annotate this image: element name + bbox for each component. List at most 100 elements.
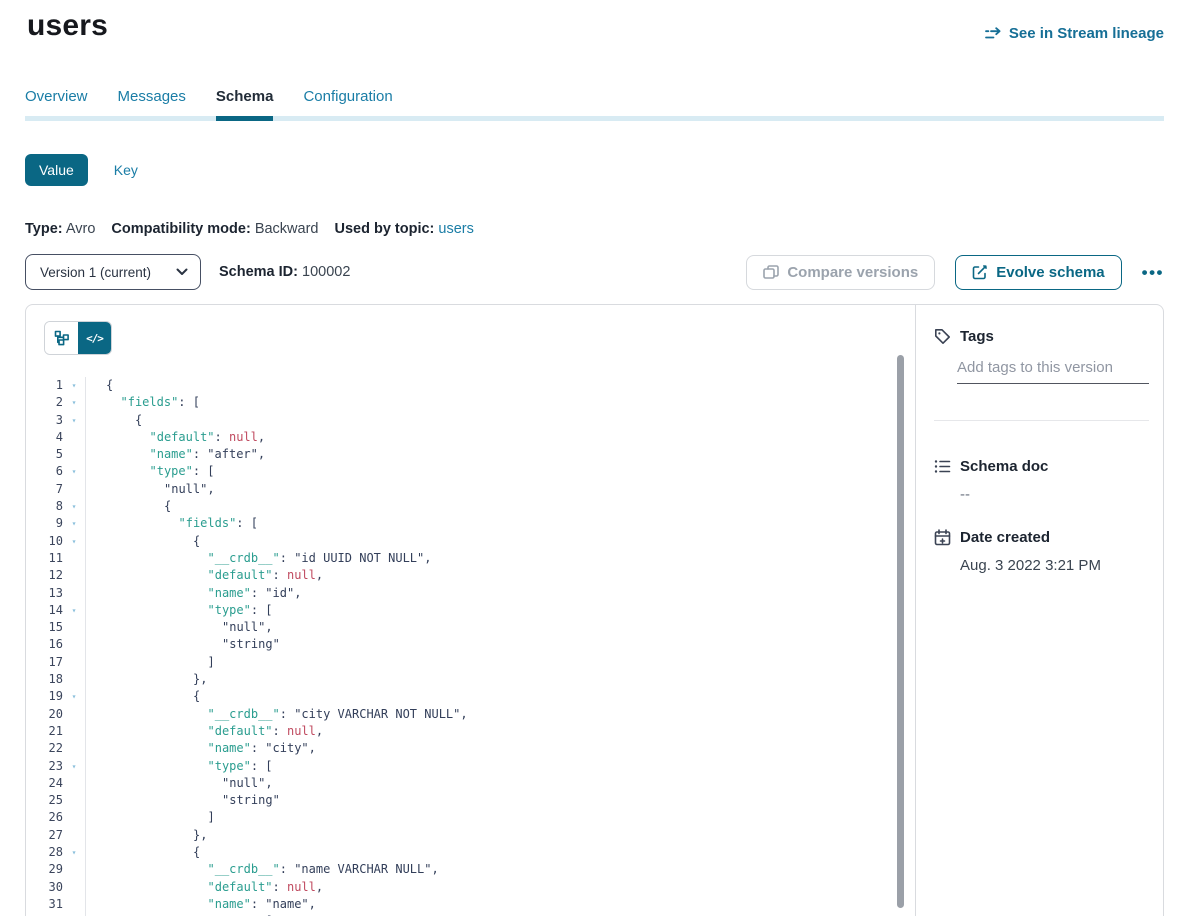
type-meta: Type: Avro xyxy=(25,221,95,237)
evolve-schema-label: Evolve schema xyxy=(996,264,1104,281)
tab-configuration[interactable]: Configuration xyxy=(303,88,392,121)
used-by-topic-meta: Used by topic: users xyxy=(334,221,473,237)
topic-link[interactable]: users xyxy=(438,221,473,237)
code-line: 1▾{ xyxy=(26,377,915,394)
line-number: 23 xyxy=(26,758,63,775)
fold-toggle-icon[interactable]: ▾ xyxy=(63,412,85,429)
fold-toggle-icon[interactable]: ▾ xyxy=(63,377,85,394)
schema-controls: Version 1 (current) Schema ID: 100002 Co… xyxy=(25,254,1164,290)
code-line: 22"name": "city", xyxy=(26,740,915,757)
tree-view-button[interactable] xyxy=(45,322,78,354)
line-number: 18 xyxy=(26,671,63,688)
schema-page: users See in Stream lineage Overview Mess… xyxy=(0,9,1189,916)
code-text: { xyxy=(85,412,915,429)
code-text: { xyxy=(85,844,915,861)
fold-toggle-icon[interactable]: ▾ xyxy=(63,602,85,619)
code-line: 31"name": "name", xyxy=(26,896,915,913)
fold-spacer xyxy=(63,792,85,809)
code-line: 24 "null", xyxy=(26,775,915,792)
fold-spacer xyxy=(63,429,85,446)
version-select[interactable]: Version 1 (current) xyxy=(25,254,201,290)
compatibility-label: Compatibility mode: xyxy=(111,221,250,237)
fold-toggle-icon[interactable]: ▾ xyxy=(63,498,85,515)
code-line: 16"string" xyxy=(26,636,915,653)
tab-schema[interactable]: Schema xyxy=(216,88,274,121)
fold-spacer xyxy=(63,879,85,896)
code-text: "type": [ xyxy=(85,758,915,775)
line-number: 12 xyxy=(26,567,63,584)
line-number: 28 xyxy=(26,844,63,861)
fold-toggle-icon[interactable]: ▾ xyxy=(63,463,85,480)
fold-spacer xyxy=(63,827,85,844)
code-view-button[interactable]: </> xyxy=(78,322,111,354)
evolve-schema-button[interactable]: Evolve schema xyxy=(955,255,1121,290)
code-text: }, xyxy=(85,827,915,844)
chevron-down-icon xyxy=(176,268,188,276)
compatibility-value: Backward xyxy=(255,221,319,237)
code-scrollbar[interactable] xyxy=(897,355,904,908)
fold-toggle-icon[interactable]: ▾ xyxy=(63,515,85,532)
code-text: "name": "id", xyxy=(85,585,915,602)
code-text: "null", xyxy=(85,619,915,636)
compare-versions-label: Compare versions xyxy=(787,264,918,281)
code-text: ] xyxy=(85,654,915,671)
code-text: }, xyxy=(85,671,915,688)
code-line: 26] xyxy=(26,809,915,826)
line-number: 14 xyxy=(26,602,63,619)
compare-versions-button[interactable]: Compare versions xyxy=(746,255,935,290)
compatibility-meta: Compatibility mode: Backward xyxy=(111,221,318,237)
line-number: 29 xyxy=(26,861,63,878)
line-number: 19 xyxy=(26,688,63,705)
code-line: 27}, xyxy=(26,827,915,844)
code-text: { xyxy=(85,498,915,515)
line-number: 26 xyxy=(26,809,63,826)
tab-overview[interactable]: Overview xyxy=(25,88,88,121)
line-number: 21 xyxy=(26,723,63,740)
fold-spacer xyxy=(63,654,85,671)
code-text: "default": null, xyxy=(85,429,915,446)
add-tags-input[interactable] xyxy=(957,357,1149,384)
code-line: 4"default": null, xyxy=(26,429,915,446)
key-tab-button[interactable]: Key xyxy=(114,162,138,178)
fold-toggle-icon[interactable]: ▾ xyxy=(63,533,85,550)
code-text: "type": [ xyxy=(85,602,915,619)
calendar-plus-icon xyxy=(934,529,951,546)
fold-toggle-icon[interactable]: ▾ xyxy=(63,844,85,861)
sidebar-divider xyxy=(934,420,1149,421)
line-number: 5 xyxy=(26,446,63,463)
code-line: 9▾"fields": [ xyxy=(26,515,915,532)
code-text: "null", xyxy=(85,775,915,792)
date-created-value: Aug. 3 2022 3:21 PM xyxy=(960,557,1149,574)
code-text: "fields": [ xyxy=(85,394,915,411)
code-line: 3▾{ xyxy=(26,412,915,429)
tree-view-icon xyxy=(54,330,70,346)
schema-id-label: Schema ID: xyxy=(219,264,298,280)
stream-lineage-link[interactable]: See in Stream lineage xyxy=(985,25,1164,42)
line-number: 3 xyxy=(26,412,63,429)
code-line: 20"__crdb__": "city VARCHAR NOT NULL", xyxy=(26,706,915,723)
code-text: "default": null, xyxy=(85,567,915,584)
code-line: 6▾"type": [ xyxy=(26,463,915,480)
fold-toggle-icon[interactable]: ▾ xyxy=(63,394,85,411)
code-line: 5"name": "after", xyxy=(26,446,915,463)
fold-spacer xyxy=(63,585,85,602)
code-text: "default": null, xyxy=(85,879,915,896)
stream-lineage-icon xyxy=(985,27,1002,41)
fold-spacer xyxy=(63,636,85,653)
more-options-button[interactable]: ••• xyxy=(1142,264,1164,281)
code-lines: 1▾{2▾"fields": [3▾{4"default": null,5"na… xyxy=(26,377,915,916)
tags-title: Tags xyxy=(960,328,994,345)
fold-spacer xyxy=(63,775,85,792)
fold-toggle-icon[interactable]: ▾ xyxy=(63,758,85,775)
fold-spacer xyxy=(63,723,85,740)
tab-messages[interactable]: Messages xyxy=(118,88,186,121)
value-tab-button[interactable]: Value xyxy=(25,154,88,186)
fold-toggle-icon[interactable]: ▾ xyxy=(63,688,85,705)
line-number: 22 xyxy=(26,740,63,757)
fold-spacer xyxy=(63,896,85,913)
fold-spacer xyxy=(63,550,85,567)
line-number: 24 xyxy=(26,775,63,792)
line-number: 10 xyxy=(26,533,63,550)
controls-right: Compare versions Evolve schema ••• xyxy=(746,255,1164,290)
value-key-toggle: Value Key xyxy=(25,154,1164,186)
